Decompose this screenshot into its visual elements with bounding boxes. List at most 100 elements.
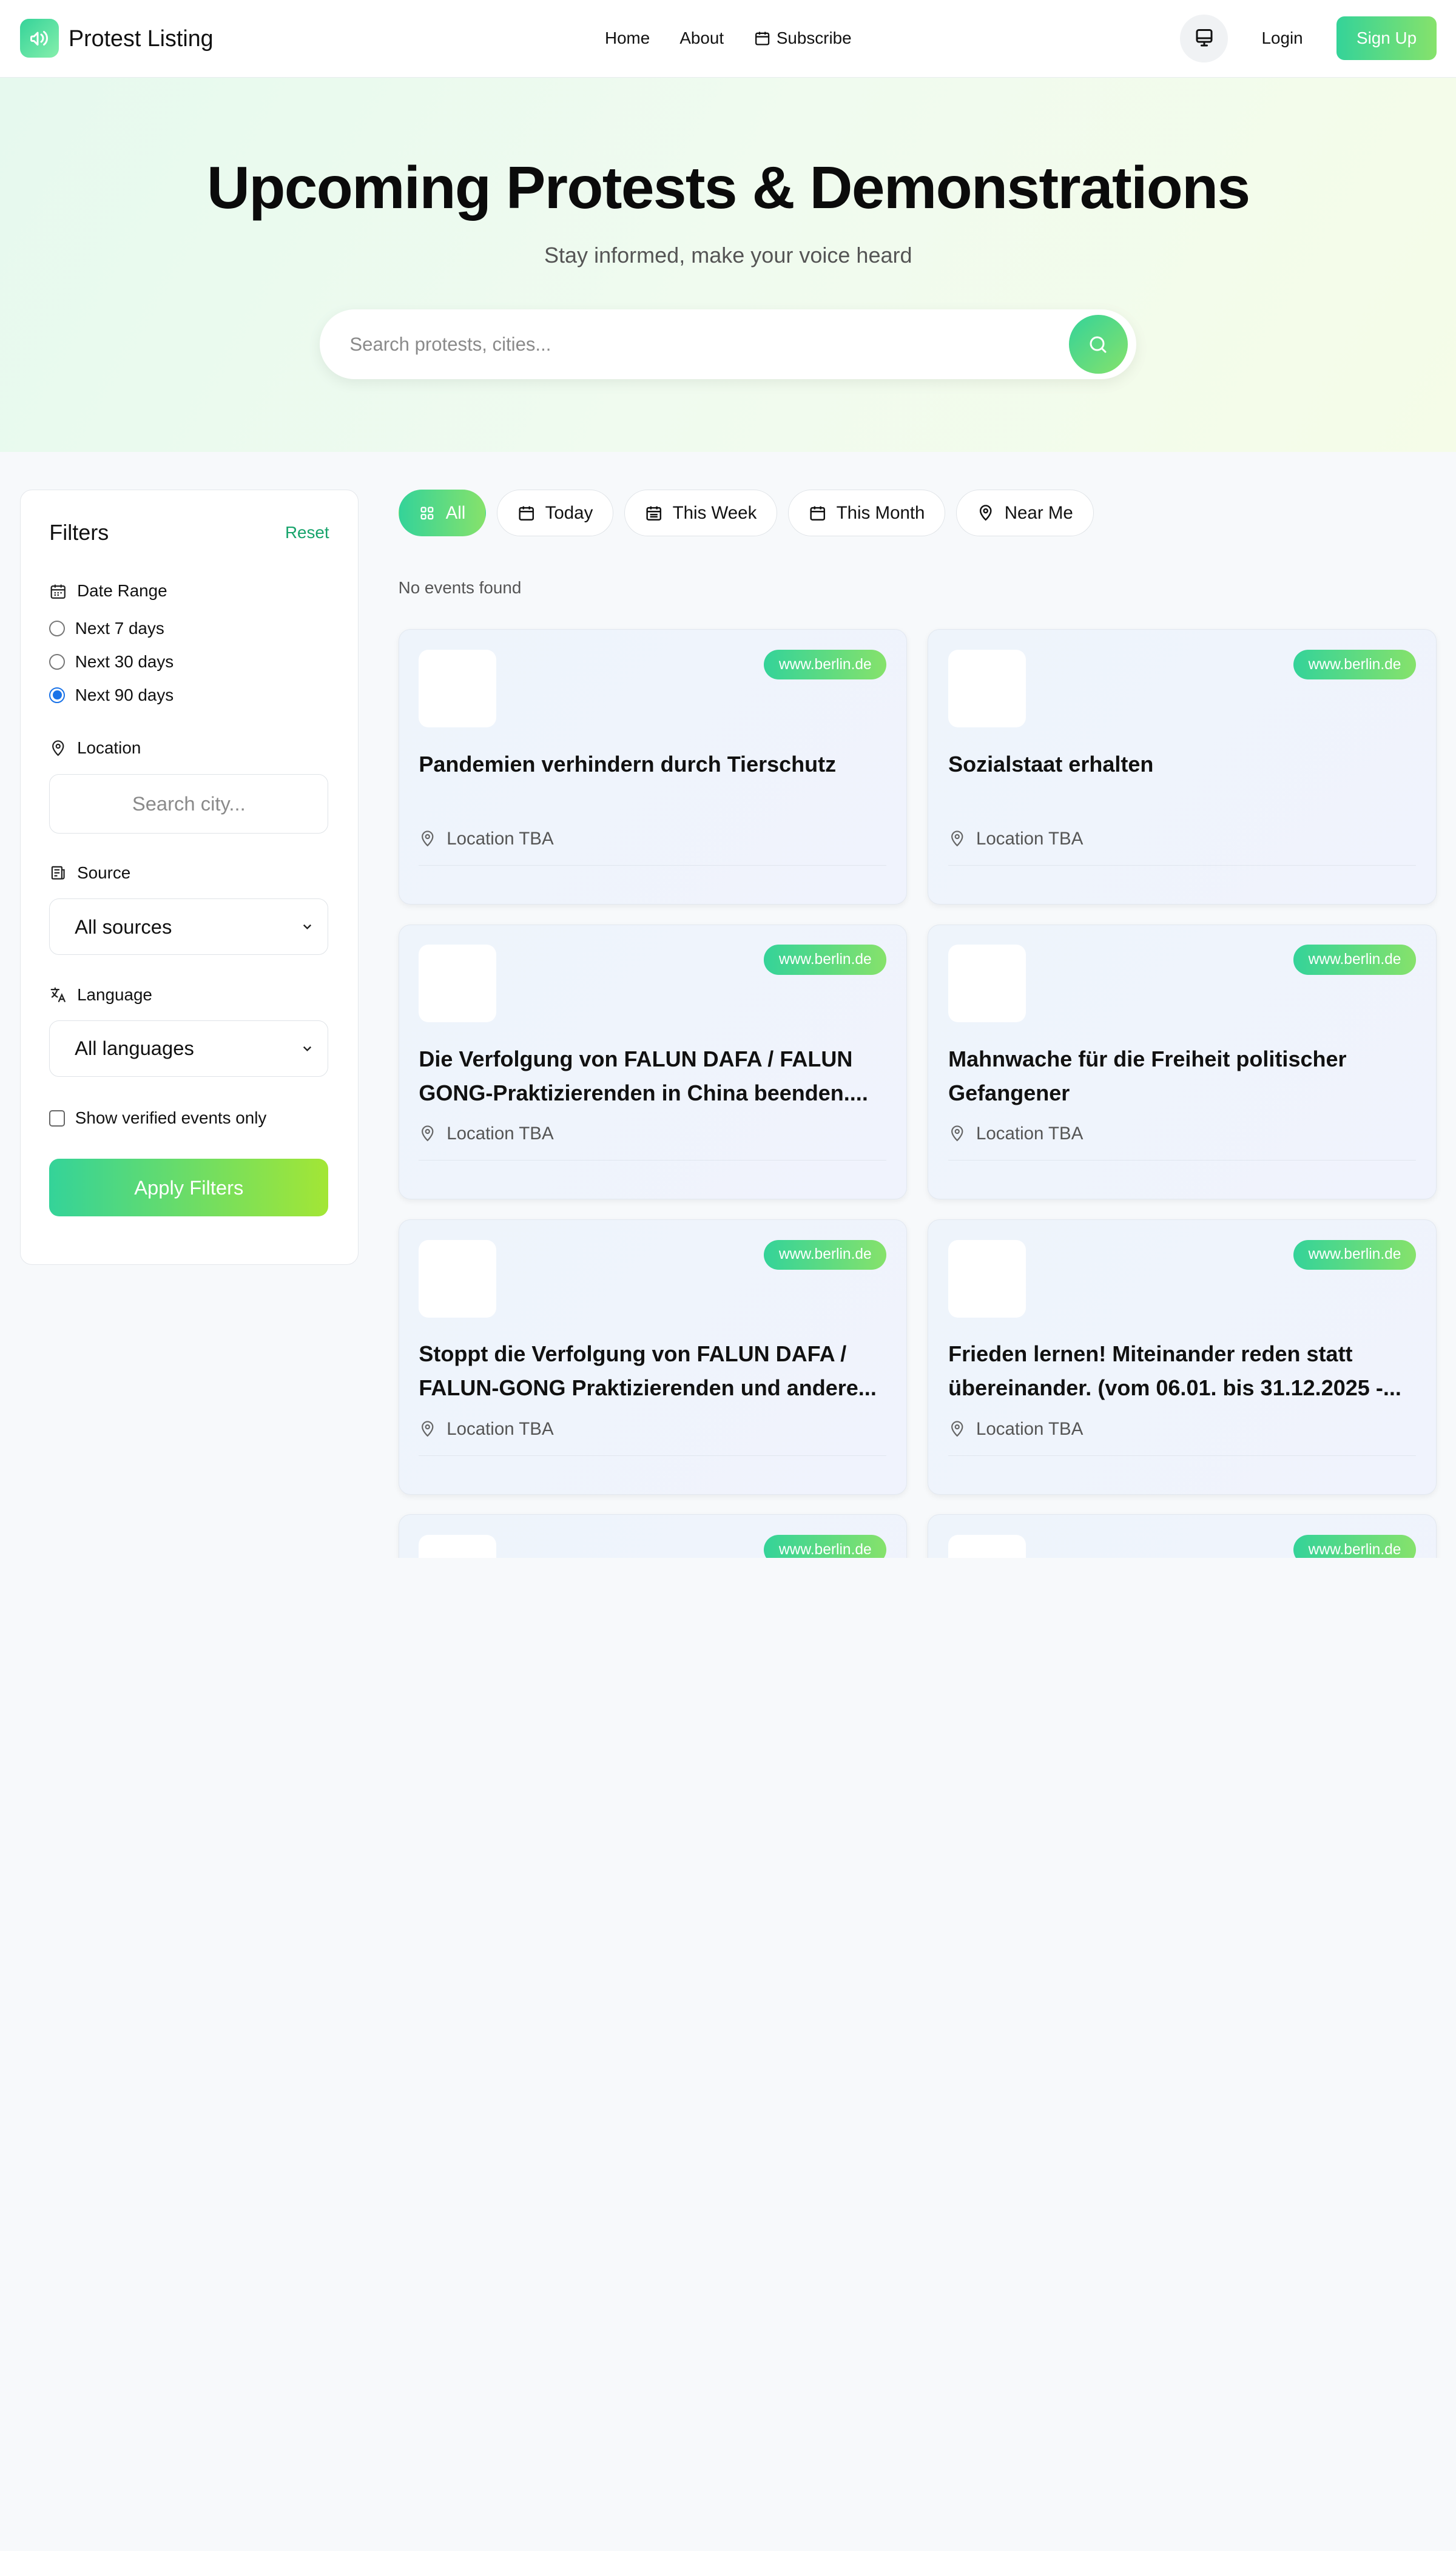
source-badge: www.berlin.de	[764, 650, 887, 680]
source-badge: www.berlin.de	[764, 1239, 887, 1270]
source-badge: www.berlin.de	[1293, 650, 1417, 680]
map-pin-icon	[49, 740, 67, 757]
event-location-text: Location TBA	[976, 828, 1084, 849]
radio-button-selected[interactable]	[49, 687, 66, 703]
language-label: Language	[49, 985, 329, 1005]
event-grid: www.berlin.de Pandemien verhindern durch…	[398, 629, 1437, 1558]
radio-button[interactable]	[49, 620, 66, 636]
translate-icon	[49, 986, 67, 1003]
nav-about-link[interactable]: About	[679, 29, 724, 48]
event-title[interactable]: Frieden lernen! Miteinander reden statt …	[948, 1337, 1416, 1404]
date-range-label: Date Range	[49, 581, 329, 601]
page: Protest Listing Home About Subscribe Log…	[0, 0, 1456, 1558]
event-card[interactable]: www.berlin.de	[398, 1514, 908, 1558]
source-badge: www.berlin.de	[764, 945, 887, 975]
date-option-30[interactable]: Next 30 days	[49, 652, 329, 672]
event-thumbnail	[948, 1535, 1026, 1558]
event-thumbnail	[948, 1239, 1026, 1318]
calendar-icon	[753, 30, 770, 47]
hero-search-bar	[320, 309, 1137, 379]
reset-filters-link[interactable]: Reset	[285, 523, 329, 542]
event-location-text: Location TBA	[447, 1124, 554, 1144]
theme-toggle-button[interactable]	[1180, 15, 1228, 62]
megaphone-icon	[19, 19, 59, 58]
event-thumbnail	[948, 945, 1026, 1023]
date-option-90[interactable]: Next 90 days	[49, 686, 329, 705]
event-location: Location TBA	[419, 1124, 887, 1161]
event-card[interactable]: www.berlin.de Stoppt die Verfolgung von …	[398, 1219, 908, 1495]
event-card[interactable]: www.berlin.de Frieden lernen! Miteinande…	[928, 1219, 1437, 1495]
calendar-icon	[809, 504, 826, 522]
time-filter-tabs: All Today This Week This Month Near Me	[398, 490, 1437, 537]
source-select-value: All sources	[75, 915, 172, 938]
map-pin-icon	[948, 1420, 966, 1438]
date-option-7[interactable]: Next 7 days	[49, 619, 329, 638]
monitor-icon	[1193, 27, 1215, 49]
source-badge: www.berlin.de	[1293, 945, 1417, 975]
source-badge: www.berlin.de	[764, 1535, 887, 1558]
tab-this-week[interactable]: This Week	[624, 490, 778, 537]
tab-label: Today	[545, 502, 593, 523]
event-thumbnail	[419, 1535, 497, 1558]
tab-near-me[interactable]: Near Me	[956, 490, 1094, 537]
event-thumbnail	[419, 1239, 497, 1318]
nav-home-link[interactable]: Home	[605, 29, 650, 48]
map-pin-icon	[948, 1125, 966, 1142]
date-option-label: Next 90 days	[75, 685, 174, 704]
location-label-text: Location	[77, 738, 141, 758]
source-badge: www.berlin.de	[1293, 1535, 1417, 1558]
event-title[interactable]: Pandemien verhindern durch Tierschutz	[419, 747, 886, 815]
brand[interactable]: Protest Listing	[19, 19, 214, 58]
date-option-label: Next 7 days	[75, 618, 164, 638]
map-pin-icon	[977, 504, 994, 522]
event-thumbnail	[419, 650, 497, 727]
event-title[interactable]: Stoppt die Verfolgung von FALUN DAFA / F…	[419, 1337, 886, 1404]
city-search-field[interactable]: Search city...	[49, 773, 329, 834]
tab-this-month[interactable]: This Month	[788, 490, 946, 537]
chevron-down-icon	[300, 1042, 314, 1056]
calendar-week-icon	[645, 504, 662, 522]
verified-only-toggle[interactable]: Show verified events only	[49, 1108, 329, 1128]
map-pin-icon	[419, 830, 436, 848]
calendar-icon	[49, 582, 67, 600]
source-section: Source All sources	[49, 863, 329, 955]
event-card[interactable]: www.berlin.de Die Verfolgung von FALUN D…	[398, 924, 908, 1200]
source-select[interactable]: All sources	[49, 898, 329, 955]
tab-label: Near Me	[1004, 502, 1073, 523]
grid-icon	[419, 505, 436, 522]
language-select[interactable]: All languages	[49, 1020, 329, 1077]
hero-title: Upcoming Protests & Demonstrations	[207, 154, 1250, 221]
events-content: All Today This Week This Month Near Me N…	[398, 490, 1437, 1558]
date-range-label-text: Date Range	[77, 581, 167, 601]
map-pin-icon	[419, 1125, 436, 1142]
source-badge: www.berlin.de	[1293, 1239, 1417, 1270]
event-card[interactable]: www.berlin.de	[928, 1514, 1437, 1558]
verified-checkbox[interactable]	[49, 1110, 66, 1127]
hero-search-button[interactable]	[1068, 315, 1128, 374]
hero: Upcoming Protests & Demonstrations Stay …	[0, 77, 1456, 453]
calendar-icon	[517, 504, 535, 522]
apply-filters-button[interactable]: Apply Filters	[49, 1159, 329, 1217]
nav-subscribe-link[interactable]: Subscribe	[753, 29, 852, 48]
event-title[interactable]: Mahnwache für die Freiheit politischer G…	[948, 1042, 1416, 1110]
event-card[interactable]: www.berlin.de Sozialstaat erhalten Locat…	[928, 629, 1437, 905]
event-title[interactable]: Sozialstaat erhalten	[948, 747, 1416, 815]
event-title[interactable]: Die Verfolgung von FALUN DAFA / FALUN GO…	[419, 1042, 886, 1110]
event-card[interactable]: www.berlin.de Pandemien verhindern durch…	[398, 629, 908, 905]
login-link[interactable]: Login	[1252, 29, 1313, 48]
search-icon	[1087, 334, 1109, 356]
tab-all[interactable]: All	[398, 490, 487, 537]
radio-button[interactable]	[49, 653, 66, 670]
location-label: Location	[49, 738, 329, 758]
filters-panel: Filters Reset Date Range Next 7 days Nex…	[19, 490, 359, 1265]
hero-search-input[interactable]	[349, 333, 1069, 356]
main-area: Filters Reset Date Range Next 7 days Nex…	[0, 452, 1456, 1558]
tab-today[interactable]: Today	[497, 490, 614, 537]
event-location: Location TBA	[948, 1124, 1417, 1161]
event-location-text: Location TBA	[447, 1418, 554, 1439]
language-select-value: All languages	[75, 1037, 194, 1060]
date-range-section: Date Range Next 7 days Next 30 days Next…	[49, 581, 329, 704]
event-card[interactable]: www.berlin.de Mahnwache für die Freiheit…	[928, 924, 1437, 1200]
top-nav: Protest Listing Home About Subscribe Log…	[0, 0, 1456, 78]
signup-button[interactable]: Sign Up	[1336, 16, 1437, 61]
